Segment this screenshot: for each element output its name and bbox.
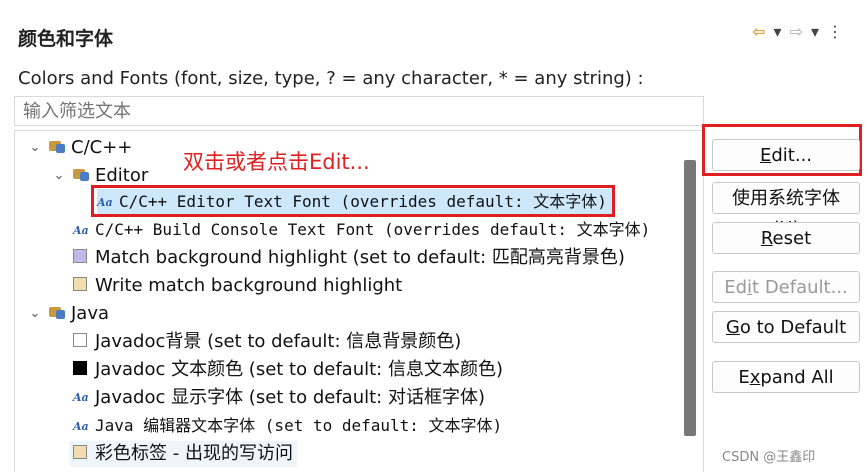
tree-item-javadoc-background[interactable]: Javadoc背景 (set to default: 信息背景颜色) <box>73 329 461 355</box>
preference-header: 颜色和字体 ⇦ ▾ ⇨ ▾ ⋮ <box>0 0 865 62</box>
category-folder-icon <box>73 166 89 182</box>
color-swatch <box>73 249 87 263</box>
tree-item-label: Java <box>71 303 110 324</box>
filter-field[interactable] <box>14 96 719 126</box>
back-arrow-icon[interactable]: ⇦ <box>752 22 765 41</box>
tree-item-label: C/C++ Build Console Text Font (overrides… <box>95 220 651 239</box>
tree-item-write-match-background[interactable]: Write match background highlight <box>73 273 402 299</box>
forward-menu-chevron-icon[interactable]: ▾ <box>811 22 819 41</box>
expand-all-button[interactable]: Expand All <box>712 361 860 393</box>
forward-arrow-icon[interactable]: ⇨ <box>790 22 803 41</box>
go-to-default-button[interactable]: Go to Default <box>712 311 860 343</box>
edit-default-button[interactable]: Edit Default... <box>712 271 860 303</box>
colors-fonts-tree[interactable]: ⌄ C/C++ ⌄ Editor Aa C/C++ Editor Text Fon… <box>14 130 704 472</box>
tree-item-javadoc-font[interactable]: Aa Javadoc 显示字体 (set to default: 对话框字体) <box>73 385 485 411</box>
back-menu-chevron-icon[interactable]: ▾ <box>774 22 782 41</box>
expand-chevron-icon[interactable]: ⌄ <box>27 135 43 161</box>
tree-item-build-console-font[interactable]: Aa C/C++ Build Console Text Font (overrid… <box>73 217 650 243</box>
tree-item-label: Editor <box>95 165 149 186</box>
highlight-box-font-item <box>91 185 615 217</box>
tree-scrollbar-thumb[interactable] <box>684 160 696 436</box>
view-menu-icon[interactable]: ⋮ <box>827 22 843 41</box>
tree-item-label: C/C++ <box>71 137 133 158</box>
history-nav: ⇦ ▾ ⇨ ▾ ⋮ <box>752 22 843 41</box>
tree-item-label: 彩色标签 - 出现的写访问 <box>95 443 293 464</box>
color-swatch <box>73 333 87 347</box>
description-label: Colors and Fonts (font, size, type, ? = … <box>18 68 644 89</box>
tree-item-label: Javadoc 显示字体 (set to default: 对话框字体) <box>95 387 485 408</box>
tree-item-color-tags[interactable]: 彩色标签 - 出现的写访问 <box>69 441 297 467</box>
annotation-text: 双击或者点击Edit... <box>183 150 370 174</box>
tree-item-label: Match background highlight (set to defau… <box>95 247 625 268</box>
tree-item-label: Javadoc背景 (set to default: 信息背景颜色) <box>95 331 462 352</box>
edit-button[interactable]: Edit... <box>712 139 860 171</box>
tree-item-java[interactable]: ⌄ Java <box>27 301 109 327</box>
page-title: 颜色和字体 <box>18 28 114 50</box>
reset-button[interactable]: Reset <box>712 222 860 254</box>
tree-item-match-background[interactable]: Match background highlight (set to defau… <box>73 245 625 271</box>
font-icon: Aa <box>73 419 89 433</box>
expand-chevron-icon[interactable]: ⌄ <box>27 301 43 327</box>
watermark: CSDN @王鑫印 <box>722 450 816 465</box>
tree-item-label: Write match background highlight <box>95 275 403 296</box>
expand-chevron-icon[interactable]: ⌄ <box>51 163 67 189</box>
use-system-font-button[interactable]: 使用系统字体(U) <box>712 182 860 239</box>
font-icon: Aa <box>73 223 89 237</box>
color-swatch <box>73 361 87 375</box>
tree-item-java-editor-font[interactable]: Aa Java 编辑器文本字体 (set to default: 文本字体) <box>73 413 502 439</box>
filter-input[interactable] <box>15 97 719 125</box>
tree-item-label: Java 编辑器文本字体 (set to default: 文本字体) <box>95 416 503 435</box>
category-folder-icon <box>49 304 65 320</box>
color-swatch <box>73 445 87 459</box>
font-icon: Aa <box>73 391 89 404</box>
category-folder-icon <box>49 138 65 154</box>
tree-item-cpp[interactable]: ⌄ C/C++ <box>27 135 133 161</box>
tree-item-label: Javadoc 文本颜色 (set to default: 信息文本颜色) <box>95 359 503 380</box>
tree-item-javadoc-text-color[interactable]: Javadoc 文本颜色 (set to default: 信息文本颜色) <box>73 357 503 383</box>
color-swatch <box>73 277 87 291</box>
